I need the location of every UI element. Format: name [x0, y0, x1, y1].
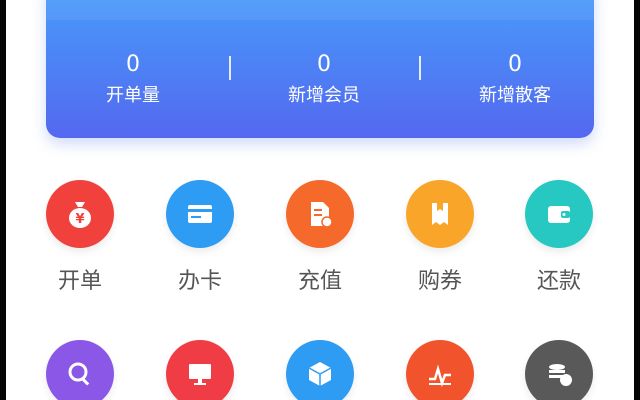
action-apply-card[interactable]: 办卡 [150, 180, 250, 296]
monitor-icon [166, 340, 234, 400]
wallet-icon [525, 180, 593, 248]
stat-new-walkins-value: 0 [508, 52, 522, 77]
card-icon [166, 180, 234, 248]
app-screen: 0 开单量 0 新增会员 0 新增散客 ¥ 开单 办卡 充值 购券 还款 [0, 0, 640, 400]
left-edge [0, 0, 6, 400]
stat-orders-value: 0 [126, 52, 140, 77]
trend-chart-icon [406, 340, 474, 400]
search-person-icon [46, 340, 114, 400]
action-monitor[interactable] [150, 340, 250, 400]
stat-new-members[interactable]: 0 新增会员 [259, 52, 389, 108]
stat-new-members-value: 0 [317, 52, 331, 77]
action-search-member[interactable] [30, 340, 130, 400]
stat-new-walkins-label: 新增散客 [479, 85, 551, 106]
action-recharge[interactable]: 充值 [270, 180, 370, 296]
action-apply-card-label: 办卡 [177, 269, 222, 294]
box-icon [286, 340, 354, 400]
money-bag-icon: ¥ [46, 180, 114, 248]
action-recharge-label: 充值 [297, 269, 342, 294]
svg-text:¥: ¥ [75, 212, 84, 227]
coupon-icon [406, 180, 474, 248]
stat-orders-label: 开单量 [106, 85, 160, 106]
stat-new-walkins[interactable]: 0 新增散客 [450, 52, 580, 108]
right-edge [634, 0, 640, 400]
stat-divider [419, 56, 421, 80]
action-buy-coupon[interactable]: 购券 [390, 180, 490, 296]
stats-card: 0 开单量 0 新增会员 0 新增散客 [46, 0, 594, 138]
action-repay[interactable]: 还款 [509, 180, 609, 296]
action-trend[interactable] [390, 340, 490, 400]
stats-card-top [46, 0, 594, 20]
stat-orders[interactable]: 0 开单量 [68, 52, 198, 108]
action-open-order[interactable]: ¥ 开单 [30, 180, 130, 296]
stat-new-members-label: 新增会员 [288, 85, 360, 106]
recharge-document-icon [286, 180, 354, 248]
action-repay-label: 还款 [536, 269, 581, 294]
action-package[interactable] [270, 340, 370, 400]
action-buy-coupon-label: 购券 [417, 269, 462, 294]
action-open-order-label: 开单 [57, 269, 102, 294]
action-coins[interactable] [509, 340, 609, 400]
stat-divider [229, 56, 231, 80]
coins-icon [525, 340, 593, 400]
